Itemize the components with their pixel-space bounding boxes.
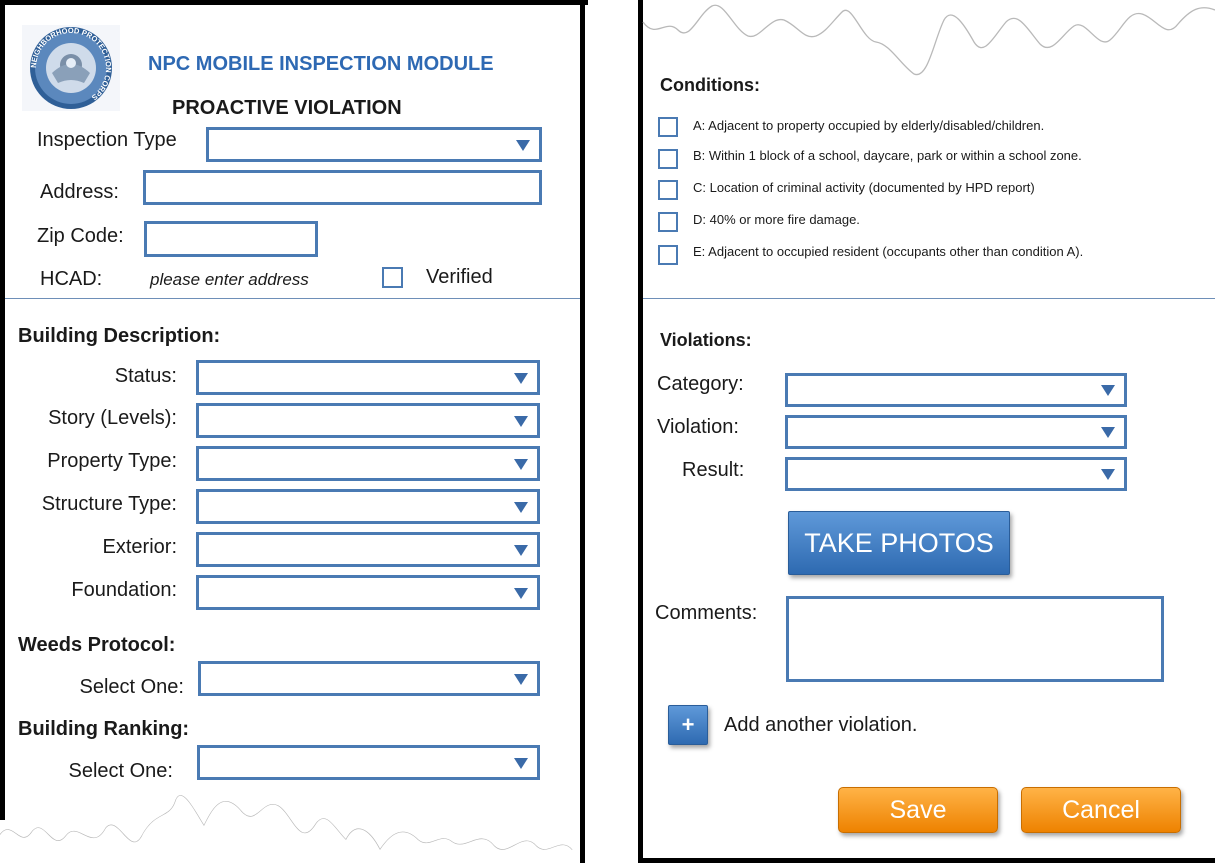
weeds-protocol-heading: Weeds Protocol:	[18, 634, 176, 656]
comments-label: Comments:	[655, 602, 758, 624]
condition-c-checkbox[interactable]	[658, 180, 678, 200]
chevron-down-icon	[514, 757, 528, 769]
chevron-down-icon	[514, 587, 528, 599]
hcad-hint-text: please enter address	[150, 270, 309, 289]
condition-a-checkbox[interactable]	[658, 117, 678, 137]
weeds-select-label: Select One:	[79, 676, 184, 698]
section-divider	[5, 298, 580, 299]
chevron-down-icon	[1101, 427, 1115, 438]
chevron-down-icon	[514, 458, 528, 470]
inspection-type-select[interactable]	[206, 127, 542, 162]
panel-left-border	[638, 0, 643, 863]
structure-type-label: Structure Type:	[41, 493, 177, 515]
form-title: PROACTIVE VIOLATION	[172, 97, 402, 119]
section-divider	[643, 298, 1215, 299]
property-type-select[interactable]	[196, 446, 540, 481]
conditions-violations-panel: Conditions: A: Adjacent to property occu…	[638, 0, 1215, 863]
panel-top-border	[0, 0, 588, 5]
category-label: Category:	[657, 373, 744, 395]
story-levels-select[interactable]	[196, 403, 540, 438]
cancel-button[interactable]: Cancel	[1021, 787, 1181, 833]
property-type-label: Property Type:	[47, 450, 177, 472]
condition-a-label: A: Adjacent to property occupied by elde…	[693, 118, 1045, 133]
foundation-select[interactable]	[196, 575, 540, 610]
structure-type-select[interactable]	[196, 489, 540, 524]
plus-icon: +	[681, 712, 695, 737]
chevron-down-icon	[514, 673, 528, 685]
category-select[interactable]	[785, 373, 1127, 407]
chevron-down-icon	[514, 501, 528, 513]
chevron-down-icon	[514, 544, 528, 556]
npc-seal-logo: NEIGHBORHOOD PROTECTION CORPS	[22, 25, 120, 111]
save-button[interactable]: Save	[838, 787, 998, 833]
panel-right-border	[580, 0, 585, 863]
violation-label: Violation:	[657, 416, 739, 438]
story-levels-label: Story (Levels):	[48, 407, 177, 429]
result-select[interactable]	[785, 457, 1127, 491]
add-violation-button[interactable]: +	[668, 705, 708, 745]
panel-bottom-border	[638, 858, 1215, 863]
address-input[interactable]	[143, 170, 542, 205]
zip-code-input[interactable]	[144, 221, 318, 257]
take-photos-button[interactable]: TAKE PHOTOS	[788, 511, 1010, 575]
verified-label: Verified	[426, 266, 493, 288]
condition-c-label: C: Location of criminal activity (docume…	[693, 180, 1035, 195]
verified-checkbox[interactable]	[382, 267, 403, 288]
building-ranking-select[interactable]	[197, 745, 540, 780]
building-description-heading: Building Description:	[18, 325, 221, 347]
conditions-heading: Conditions:	[660, 75, 760, 95]
chevron-down-icon	[514, 415, 528, 427]
condition-d-checkbox[interactable]	[658, 212, 678, 232]
inspection-type-label: Inspection Type	[37, 129, 177, 151]
chevron-down-icon	[1101, 385, 1115, 396]
zip-code-label: Zip Code:	[37, 225, 124, 247]
weeds-protocol-select[interactable]	[198, 661, 540, 696]
chevron-down-icon	[516, 139, 530, 151]
add-violation-label: Add another violation.	[724, 714, 918, 736]
violations-heading: Violations:	[660, 330, 752, 350]
exterior-label: Exterior:	[102, 536, 177, 558]
condition-e-checkbox[interactable]	[658, 245, 678, 265]
comments-textarea[interactable]	[786, 596, 1164, 682]
hcad-label: HCAD:	[40, 268, 103, 290]
condition-b-checkbox[interactable]	[658, 149, 678, 169]
module-title: NPC MOBILE INSPECTION MODULE	[148, 53, 494, 75]
status-label: Status:	[114, 365, 177, 387]
condition-b-label: B: Within 1 block of a school, daycare, …	[693, 148, 1082, 163]
address-label: Address:	[40, 181, 119, 203]
building-ranking-heading: Building Ranking:	[18, 718, 190, 740]
exterior-select[interactable]	[196, 532, 540, 567]
condition-d-label: D: 40% or more fire damage.	[693, 212, 860, 227]
chevron-down-icon	[1101, 469, 1115, 480]
torn-edge-bottom	[0, 795, 573, 863]
violation-select[interactable]	[785, 415, 1127, 449]
condition-e-label: E: Adjacent to occupied resident (occupa…	[693, 244, 1084, 259]
torn-edge-top	[642, 4, 1215, 76]
foundation-label: Foundation:	[71, 579, 177, 601]
result-label: Result:	[682, 459, 745, 481]
status-select[interactable]	[196, 360, 540, 395]
inspection-form-panel: NEIGHBORHOOD PROTECTION CORPS NPC MOBILE…	[0, 0, 588, 863]
chevron-down-icon	[514, 372, 528, 384]
